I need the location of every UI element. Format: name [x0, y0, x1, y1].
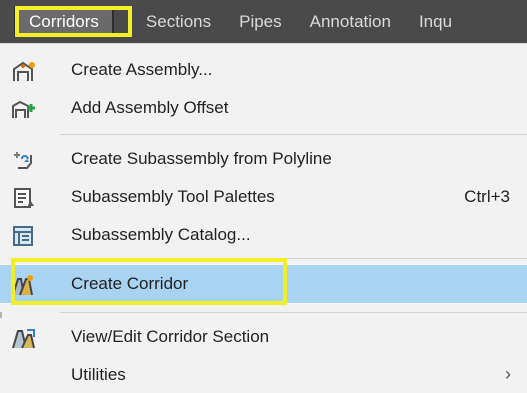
subassembly-polyline-icon — [14, 152, 32, 169]
catalog-icon — [13, 226, 33, 246]
menu-item-subassembly-tool-palettes[interactable]: Subassembly Tool Palettes Ctrl+3 — [0, 178, 527, 216]
tool-palettes-icon — [14, 188, 34, 208]
menu-separator — [60, 312, 527, 313]
corridor-section-icon — [12, 329, 35, 349]
tool-palettes-shortcut: Ctrl+3 — [464, 187, 510, 206]
menu-item-subassembly-catalog[interactable]: Subassembly Catalog... — [0, 216, 527, 254]
menu-item-view-edit-corridor-section[interactable]: View/Edit Corridor Section — [0, 318, 527, 356]
corridors-dropdown-menu: Create Assembly... Add Assembly Offset C… — [0, 43, 527, 393]
corridor-icon — [12, 275, 33, 296]
view-edit-corridor-section-label: View/Edit Corridor Section — [71, 327, 270, 346]
menu-annotation[interactable]: Annotation — [296, 0, 405, 43]
add-assembly-offset-label: Add Assembly Offset — [71, 98, 229, 117]
menu-item-create-subassembly-polyline[interactable]: Create Subassembly from Polyline — [0, 140, 527, 178]
assembly-icon — [13, 61, 35, 81]
utilities-label: Utilities — [71, 365, 126, 384]
create-subassembly-from-polyline-label: Create Subassembly from Polyline — [71, 149, 332, 168]
menu-inquiry[interactable]: Inqu — [405, 0, 466, 43]
left-edge-marker — [0, 312, 2, 318]
menu-separator — [60, 134, 527, 135]
menu-item-create-corridor[interactable]: Create Corridor — [0, 265, 527, 303]
subassembly-tool-palettes-label: Subassembly Tool Palettes — [71, 187, 275, 206]
create-corridor-label: Create Corridor — [71, 274, 189, 293]
assembly-offset-icon — [12, 100, 35, 118]
menu-item-utilities[interactable]: Utilities › — [0, 356, 527, 393]
menu-pipes[interactable]: Pipes — [225, 0, 296, 43]
subassembly-catalog-label: Subassembly Catalog... — [71, 225, 251, 244]
menu-item-create-assembly[interactable]: Create Assembly... — [0, 51, 527, 89]
menu-sections[interactable]: Sections — [132, 0, 225, 43]
menu-separator — [60, 258, 527, 259]
menu-corridors[interactable]: Corridors — [14, 6, 114, 37]
menu-bar: Corridors Sections Pipes Annotation Inqu — [0, 0, 527, 43]
application-window: Corridors Sections Pipes Annotation Inqu… — [0, 0, 527, 393]
menu-item-add-assembly-offset[interactable]: Add Assembly Offset — [0, 89, 527, 127]
chevron-right-icon: › — [505, 364, 511, 384]
create-assembly-label: Create Assembly... — [71, 60, 213, 79]
